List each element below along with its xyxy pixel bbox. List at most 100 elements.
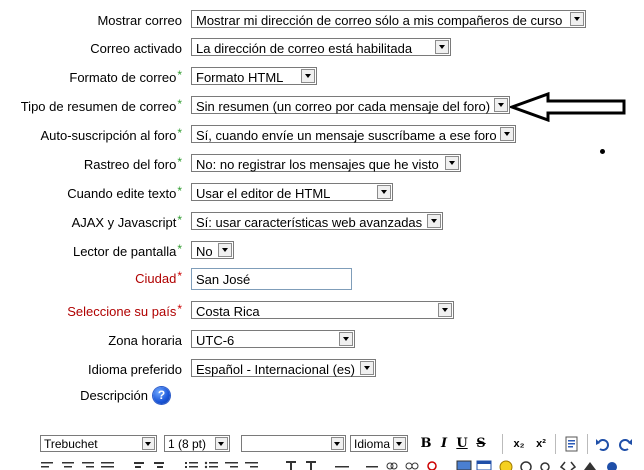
select-value: Mostrar mi dirección de correo sólo a mi…	[196, 13, 563, 28]
chevron-down-icon[interactable]	[215, 437, 228, 450]
select-value: No: no registrar los mensajes que he vis…	[196, 157, 439, 172]
required-marker: *	[177, 269, 182, 283]
label-text: Cuando edite texto	[67, 186, 177, 201]
label-text: Lector de pantalla	[72, 244, 177, 259]
mostrar-correo-select[interactable]: Mostrar mi dirección de correo sólo a mi…	[191, 10, 586, 28]
rtl-icon[interactable]	[150, 460, 166, 470]
html-editor-toolbar: Trebuchet 1 (8 pt) Idioma B I U S x₂ x²	[36, 432, 644, 470]
image-icon[interactable]	[456, 460, 472, 470]
link-icon[interactable]	[384, 460, 400, 470]
underline-button[interactable]: U	[453, 435, 471, 453]
nolink-icon[interactable]	[424, 460, 440, 470]
select-value: Formato HTML	[196, 70, 284, 85]
unlink-icon[interactable]	[404, 460, 420, 470]
chevron-down-icon[interactable]	[301, 69, 315, 83]
field-row-mostrar-correo: Mostrar correo Mostrar mi dirección de c…	[0, 10, 644, 32]
select-value: Idioma	[354, 437, 391, 451]
undo-icon[interactable]	[594, 435, 612, 453]
idioma-select[interactable]: Español - Internacional (es)	[191, 359, 376, 377]
rastreo-foro-select[interactable]: No: no registrar los mensajes que he vis…	[191, 154, 461, 172]
label-text: Auto-suscripción al foro	[40, 128, 177, 143]
justify-icon[interactable]	[100, 460, 116, 470]
language-select[interactable]: Idioma	[350, 435, 408, 452]
zona-horaria-select[interactable]: UTC-6	[191, 330, 355, 348]
select-value: Español - Internacional (es)	[196, 362, 355, 377]
select-value: Sí: usar características web avanzadas	[196, 215, 423, 230]
field-label: Formato de correo*	[69, 68, 182, 85]
lector-pantalla-select[interactable]: No	[191, 241, 234, 259]
chevron-down-icon[interactable]	[435, 40, 449, 54]
label-text: Seleccione su país	[67, 304, 177, 319]
ciudad-input[interactable]: San José	[191, 268, 352, 290]
indent-icon[interactable]	[244, 460, 260, 470]
auto-suscripcion-select[interactable]: Sí, cuando envíe un mensaje suscríbame a…	[191, 125, 516, 143]
chevron-down-icon[interactable]	[360, 361, 374, 375]
chevron-down-icon[interactable]	[393, 437, 406, 450]
unordered-list-icon[interactable]	[204, 460, 220, 470]
field-row-rastreo-foro: Rastreo del foro* No: no registrar los m…	[0, 154, 644, 176]
chevron-down-icon[interactable]	[377, 185, 391, 199]
required-marker: *	[177, 97, 182, 111]
ordered-list-icon[interactable]	[184, 460, 200, 470]
select-value: No	[196, 244, 213, 259]
pais-select[interactable]: Costa Rica	[191, 301, 454, 319]
style-select[interactable]	[241, 435, 346, 452]
clean-word-icon[interactable]	[563, 435, 581, 453]
ajax-select[interactable]: Sí: usar características web avanzadas	[191, 212, 443, 230]
field-row-ciudad: Ciudad* San José	[0, 268, 644, 290]
table-icon[interactable]	[476, 460, 492, 470]
chevron-down-icon[interactable]	[218, 243, 232, 257]
label-text: Rastreo del foro	[83, 157, 177, 172]
toolbar-row-2	[36, 460, 644, 470]
required-marker: *	[177, 302, 182, 316]
outdent-icon[interactable]	[224, 460, 240, 470]
bold-button[interactable]: B	[417, 435, 435, 453]
chevron-down-icon[interactable]	[427, 214, 441, 228]
tipo-resumen-select[interactable]: Sin resumen (un correo por cada mensaje …	[191, 96, 510, 114]
font-size-select[interactable]: 1 (8 pt)	[164, 435, 230, 452]
chevron-down-icon[interactable]	[339, 332, 353, 346]
fullscreen-icon[interactable]	[582, 460, 598, 470]
label-text: Ciudad	[135, 271, 177, 286]
field-label: Idioma preferido	[88, 362, 182, 377]
help-icon[interactable]: ?	[153, 387, 170, 404]
search-icon[interactable]	[538, 460, 554, 470]
align-left-icon[interactable]	[40, 460, 56, 470]
field-label: Ciudad*	[135, 269, 182, 286]
field-row-pais: Seleccione su país* Costa Rica	[0, 301, 644, 323]
chevron-down-icon[interactable]	[494, 98, 508, 112]
align-right-icon[interactable]	[80, 460, 96, 470]
font-family-select[interactable]: Trebuchet	[40, 435, 157, 452]
italic-button[interactable]: I	[435, 435, 453, 453]
formato-correo-select[interactable]: Formato HTML	[191, 67, 317, 85]
horizontal-rule-icon[interactable]	[334, 460, 350, 470]
chevron-down-icon[interactable]	[438, 303, 452, 317]
field-row-descripcion: Descripción ?	[0, 385, 644, 407]
chevron-down-icon[interactable]	[142, 437, 155, 450]
required-marker: *	[177, 242, 182, 256]
redo-icon[interactable]	[616, 435, 634, 453]
source-code-icon[interactable]	[560, 460, 576, 470]
field-label: Cuando edite texto*	[67, 184, 182, 201]
chevron-down-icon[interactable]	[331, 437, 344, 450]
chevron-down-icon[interactable]	[570, 12, 584, 26]
chevron-down-icon[interactable]	[445, 156, 459, 170]
chevron-down-icon[interactable]	[500, 127, 514, 141]
anchor-icon[interactable]	[364, 460, 380, 470]
field-row-formato-correo: Formato de correo* Formato HTML	[0, 67, 644, 89]
subscript-button[interactable]: x₂	[510, 435, 528, 453]
background-color-icon[interactable]	[304, 460, 320, 470]
smiley-icon[interactable]	[498, 460, 514, 470]
strikethrough-button[interactable]: S	[472, 435, 490, 453]
field-label: Zona horaria	[108, 333, 182, 348]
field-label: Seleccione su país*	[67, 302, 182, 319]
select-value: 1 (8 pt)	[168, 437, 207, 451]
align-center-icon[interactable]	[60, 460, 76, 470]
superscript-button[interactable]: x²	[532, 435, 550, 453]
text-color-icon[interactable]	[284, 460, 300, 470]
ltr-icon[interactable]	[132, 460, 148, 470]
special-char-icon[interactable]	[518, 460, 534, 470]
help-toolbar-icon[interactable]	[604, 460, 620, 470]
correo-activado-select[interactable]: La dirección de correo está habilitada	[191, 38, 451, 56]
editor-texto-select[interactable]: Usar el editor de HTML	[191, 183, 393, 201]
